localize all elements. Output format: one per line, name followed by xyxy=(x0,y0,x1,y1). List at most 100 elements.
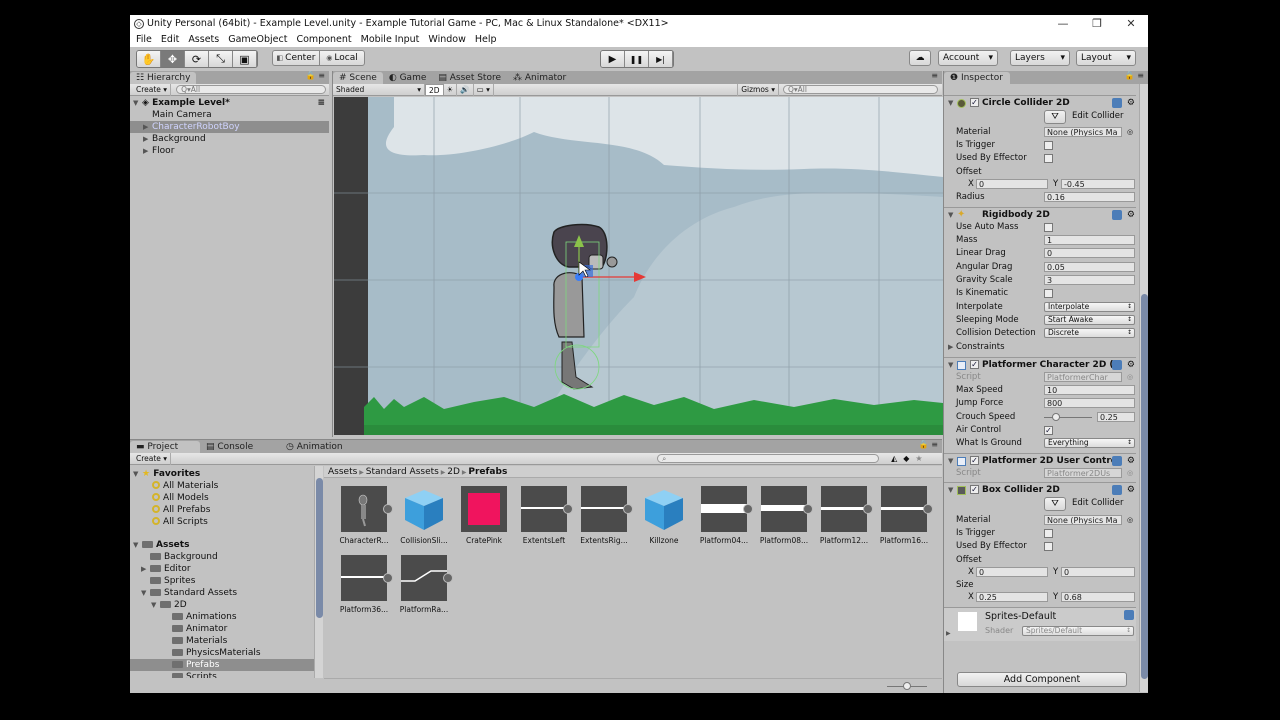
lighting-toggle[interactable]: ☀ xyxy=(444,83,458,96)
offset-x-field[interactable]: 0 xyxy=(976,567,1048,577)
scene-viewport[interactable] xyxy=(334,97,943,435)
gear-icon[interactable]: ⚙ xyxy=(1127,454,1135,468)
use-auto-mass-checkbox[interactable] xyxy=(1044,223,1053,232)
menu-component[interactable]: Component xyxy=(296,34,351,45)
menu-mobile-input[interactable]: Mobile Input xyxy=(361,34,420,45)
layers-dropdown[interactable]: Layers ▾ xyxy=(1010,50,1070,66)
hierarchy-item[interactable]: Main Camera xyxy=(130,109,329,121)
expand-arrow-icon[interactable]: ▶ xyxy=(948,341,953,354)
step-button[interactable]: ▶| xyxy=(649,51,673,67)
collapse-arrow-icon[interactable]: ▼ xyxy=(948,454,953,468)
gear-icon[interactable]: ⚙ xyxy=(1127,96,1135,110)
menu-edit[interactable]: Edit xyxy=(161,34,179,45)
expand-arrow-icon[interactable]: ▶ xyxy=(946,630,951,637)
maximize-button[interactable]: ❐ xyxy=(1080,15,1114,32)
folder-item[interactable]: ▼ Standard Assets xyxy=(130,587,314,599)
hand-tool-button[interactable]: ✋ xyxy=(137,51,161,67)
air-control-checkbox[interactable]: ✓ xyxy=(1044,426,1053,435)
gizmos-dropdown[interactable]: Gizmos ▾ xyxy=(737,83,779,96)
shader-dropdown[interactable]: Sprites/Default xyxy=(1022,626,1134,636)
menu-window[interactable]: Window xyxy=(428,34,465,45)
create-dropdown[interactable]: Create ▾ xyxy=(133,83,172,96)
used-by-effector-checkbox[interactable] xyxy=(1044,542,1053,551)
audio-toggle[interactable]: 🔊 xyxy=(457,83,474,96)
favorites-root[interactable]: ▼ ★ Favorites xyxy=(130,468,314,480)
folder-item[interactable]: Materials xyxy=(130,635,314,647)
asset-item[interactable]: Killzone xyxy=(634,486,694,545)
edit-collider-button[interactable]: ⛛ xyxy=(1044,497,1066,511)
help-icon[interactable] xyxy=(1112,485,1122,495)
project-tree-scrollbar[interactable] xyxy=(314,466,323,678)
object-picker-icon[interactable]: ◎ xyxy=(1127,126,1133,139)
expand-prefab-icon[interactable] xyxy=(383,573,393,583)
panel-menu-icon[interactable]: ≡ xyxy=(931,71,938,80)
favorite-item[interactable]: All Prefabs xyxy=(130,504,314,516)
linear-drag-field[interactable]: 0 xyxy=(1044,248,1135,258)
create-dropdown[interactable]: Create ▾ xyxy=(133,452,172,465)
project-search-input[interactable]: ⌕ xyxy=(657,454,880,463)
tab-scene[interactable]: # Scene xyxy=(333,72,383,84)
account-dropdown[interactable]: Account ▾ xyxy=(938,50,998,66)
help-icon[interactable] xyxy=(1112,456,1122,466)
tab-hierarchy[interactable]: ☷ Hierarchy xyxy=(130,72,197,84)
box-collider-enabled-checkbox[interactable]: ✓ xyxy=(970,485,979,494)
hierarchy-item[interactable]: ▶ Background xyxy=(130,133,329,145)
asset-item[interactable]: Platform36... xyxy=(334,555,394,614)
cloud-button[interactable]: ☁ xyxy=(909,50,931,66)
asset-item[interactable]: CollisionSli... xyxy=(394,486,454,545)
gravity-scale-field[interactable]: 3 xyxy=(1044,275,1135,285)
asset-item[interactable]: ExtentsLeft xyxy=(514,486,574,545)
circle-collider-header[interactable]: ▼ ✓ Circle Collider 2D ⚙ xyxy=(944,95,1136,109)
rigidbody-header[interactable]: ▼ ✦ Rigidbody 2D ⚙ xyxy=(944,207,1136,221)
folder-item[interactable]: ▶ Editor xyxy=(130,563,314,575)
folder-item-selected[interactable]: Prefabs xyxy=(130,659,314,671)
jump-force-field[interactable]: 800 xyxy=(1044,398,1135,408)
rotate-tool-button[interactable]: ⟳ xyxy=(185,51,209,67)
expand-prefab-icon[interactable] xyxy=(923,504,933,514)
what-is-ground-dropdown[interactable]: Everything xyxy=(1044,438,1135,448)
scene-search-input[interactable]: Q▾All xyxy=(783,85,938,94)
tab-asset-store[interactable]: ▤ Asset Store xyxy=(432,72,507,84)
help-icon[interactable] xyxy=(1112,360,1122,370)
filter-by-type-icon[interactable]: ◭ xyxy=(891,454,897,463)
folder-item[interactable]: Scripts xyxy=(130,671,314,678)
menu-file[interactable]: File xyxy=(136,34,152,45)
offset-y-field[interactable]: 0 xyxy=(1061,567,1135,577)
expand-arrow-icon[interactable]: ▼ xyxy=(133,468,142,480)
asset-item[interactable]: PlatformRa... xyxy=(394,555,454,614)
tab-animator[interactable]: ⁂ Animator xyxy=(507,72,572,84)
folder-item[interactable]: Animations xyxy=(130,611,314,623)
circle-collider-enabled-checkbox[interactable]: ✓ xyxy=(970,98,979,107)
expand-prefab-icon[interactable] xyxy=(383,504,393,514)
expand-prefab-icon[interactable] xyxy=(443,573,453,583)
gear-icon[interactable]: ⚙ xyxy=(1127,208,1135,222)
menu-gameobject[interactable]: GameObject xyxy=(228,34,287,45)
tab-game[interactable]: ◐ Game xyxy=(383,72,433,84)
scrollbar-thumb[interactable] xyxy=(316,478,323,618)
platformer-character-enabled-checkbox[interactable]: ✓ xyxy=(970,360,979,369)
hierarchy-item[interactable]: ▶ Floor xyxy=(130,145,329,157)
menu-assets[interactable]: Assets xyxy=(188,34,219,45)
expand-arrow-icon[interactable]: ▶ xyxy=(143,133,152,145)
collapse-arrow-icon[interactable]: ▼ xyxy=(948,96,953,110)
folder-item[interactable]: Background xyxy=(130,551,314,563)
expand-prefab-icon[interactable] xyxy=(863,504,873,514)
expand-prefab-icon[interactable] xyxy=(563,504,573,514)
size-y-field[interactable]: 0.68 xyxy=(1061,592,1135,602)
tab-console[interactable]: ▤ Console xyxy=(200,441,280,453)
layout-dropdown[interactable]: Layout ▾ xyxy=(1076,50,1136,66)
edit-collider-button[interactable]: ⛛ xyxy=(1044,110,1066,124)
filter-by-label-icon[interactable]: ◆ xyxy=(903,454,909,463)
size-x-field[interactable]: 0.25 xyxy=(976,592,1048,602)
asset-item[interactable]: CharacterR... xyxy=(334,486,394,545)
favorite-item[interactable]: All Models xyxy=(130,492,314,504)
pivot-center-button[interactable]: ◧ Center xyxy=(272,50,320,66)
angular-drag-field[interactable]: 0.05 xyxy=(1044,262,1135,272)
breadcrumb-item[interactable]: Assets xyxy=(328,467,357,477)
gear-icon[interactable]: ⚙ xyxy=(1127,483,1135,497)
favorite-star-icon[interactable]: ★ xyxy=(915,454,922,463)
collision-detection-dropdown[interactable]: Discrete xyxy=(1044,328,1135,338)
asset-item[interactable]: ExtentsRig... xyxy=(574,486,634,545)
hierarchy-search-input[interactable]: Q▾All xyxy=(176,85,327,94)
platformer-character-header[interactable]: ▼ ✓ Platformer Character 2D (S ⚙ xyxy=(944,357,1136,371)
